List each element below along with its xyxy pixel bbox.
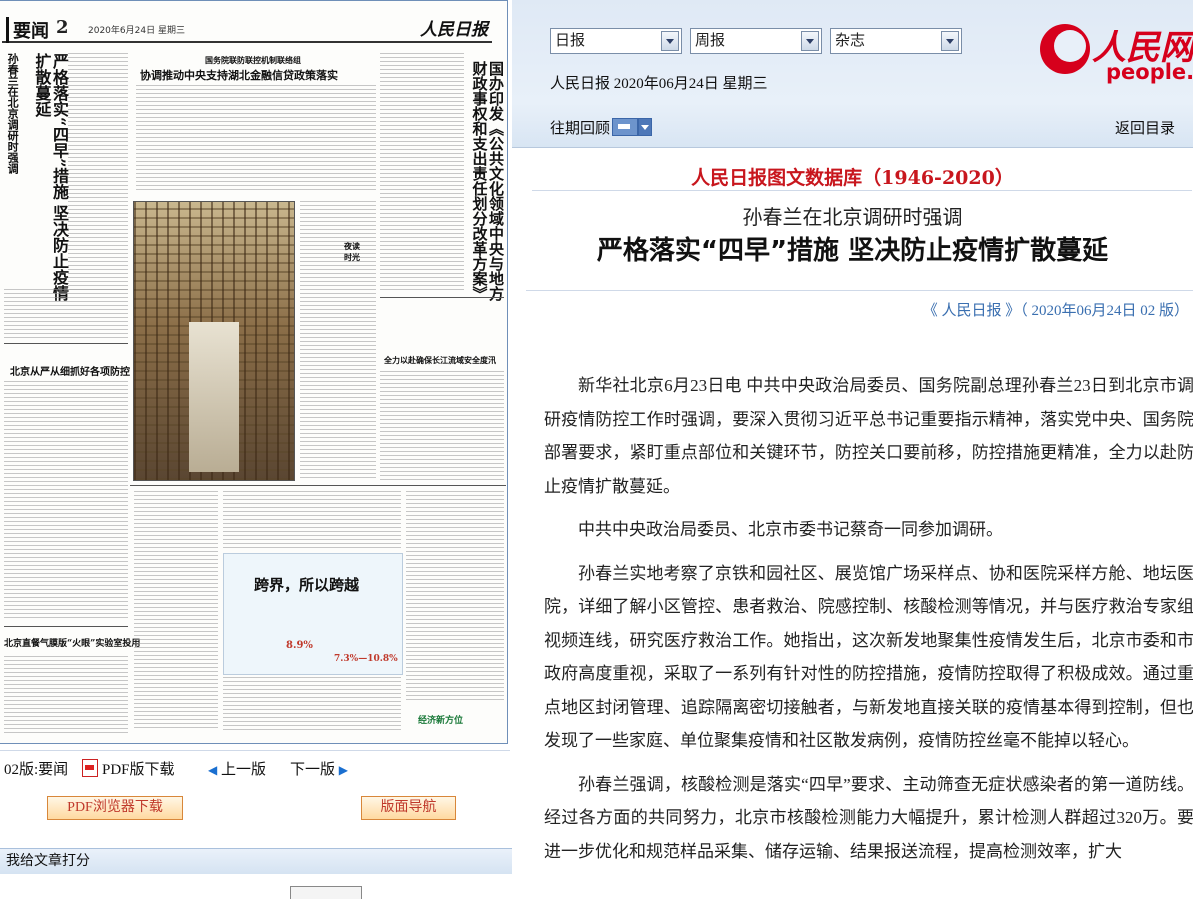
infographic-stat-2: 7.3%—10.8% <box>334 654 398 664</box>
divider <box>380 297 504 298</box>
text-block <box>223 491 401 549</box>
pdf-browser-download-button[interactable]: PDF浏览器下载 <box>47 796 183 820</box>
issue-date: 人民日报 2020年06月24日 星期三 <box>550 76 768 92</box>
weekly-select-value: 周报 <box>695 33 726 49</box>
culture-reform-vertical-headline[interactable]: 国办印发《公共文化领域中央与地方财政事权和支出责任划分改革方案》 <box>470 61 506 301</box>
text-block <box>406 491 504 701</box>
newspaper-page-image[interactable]: 要闻 2 2020年6月24日 星期三 人民日报 孙春兰在北京调研时强调 严格落… <box>0 0 508 744</box>
text-block <box>380 371 504 481</box>
small-headline-3[interactable]: 全力以赴确保长江流域安全度汛 <box>384 355 496 366</box>
return-toc-link[interactable]: 返回目录 <box>1115 117 1175 138</box>
logo-text-en: people.cn <box>1106 60 1193 84</box>
night-reading-label: 夜读 时光 <box>344 241 360 262</box>
footer-badge: 经济新方位 <box>418 716 464 726</box>
page-controls-bar: 02版:要闻 PDF版下载 ◀ 上一版 下一版 ▶ <box>0 750 510 783</box>
newspaper-page-number: 2 <box>56 17 69 38</box>
divider <box>130 485 506 486</box>
prev-page-link[interactable]: ◀ 上一版 <box>208 758 266 779</box>
current-page-label: 02版:要闻 <box>4 762 69 778</box>
calendar-icon[interactable] <box>612 118 638 136</box>
left-pane: 要闻 2 2020年6月24日 星期三 人民日报 孙春兰在北京调研时强调 严格落… <box>0 0 512 899</box>
divider <box>4 343 128 344</box>
right-pane: 日报 周报 杂志 人民日报 2020年06月24日 星期三 人民网 people… <box>512 0 1193 895</box>
infographic-stat-1: 8.9% <box>286 640 313 651</box>
text-block <box>134 491 218 731</box>
weekly-select[interactable]: 周报 <box>690 28 822 54</box>
text-block <box>4 381 128 621</box>
magazine-select[interactable]: 杂志 <box>830 28 962 54</box>
article-kicker: 孙春兰在北京调研时强调 <box>742 205 963 229</box>
text-block <box>4 289 128 341</box>
prev-page-label: 上一版 <box>220 762 266 778</box>
newspaper-header: 要闻 2 2020年6月24日 星期三 人民日报 <box>2 15 492 43</box>
center-kicker: 国务院联防联控机制联络组 <box>205 55 301 65</box>
newspaper-section: 要闻 <box>6 17 49 43</box>
past-issues-label: 往期回顾 <box>550 121 611 137</box>
small-headline-1[interactable]: 北京从严从细抓好各项防控 <box>10 363 130 378</box>
bookstore-photo[interactable] <box>133 201 295 481</box>
text-block <box>380 53 464 293</box>
divider <box>526 290 1193 291</box>
article-paragraph: 新华社北京6月23日电 中共中央政治局委员、国务院副总理孙春兰23日到北京市调研… <box>544 376 1193 496</box>
next-page-link[interactable]: 下一版 ▶ <box>290 758 348 779</box>
article-paragraph: 孙春兰实地考察了京铁和园社区、展览馆广场采样点、协和医院采样方舱、地坛医院，详细… <box>544 563 1193 751</box>
calendar-dropdown-icon[interactable] <box>638 118 652 136</box>
chevron-down-icon <box>661 31 679 51</box>
database-title: 人民日报图文数据库（1946-2020） <box>691 167 1014 189</box>
small-headline-2[interactable]: 北京直餐气膜版“火眼”实验室投用 <box>4 636 140 649</box>
next-page-label: 下一版 <box>290 762 336 778</box>
infographic-title: 跨界，所以跨越 <box>254 576 360 594</box>
sub-navigation: 往期回顾 返回目录 <box>512 103 1193 148</box>
top-navigation: 日报 周报 杂志 人民日报 2020年06月24日 星期三 人民网 people… <box>512 0 1193 103</box>
newspaper-date: 2020年6月24日 星期三 <box>88 26 185 36</box>
text-block <box>223 677 401 733</box>
text-block <box>300 201 376 479</box>
daily-select-value: 日报 <box>555 33 586 49</box>
people-logo[interactable]: 人民网 people.cn <box>1040 20 1193 90</box>
lead-kicker-vertical[interactable]: 孙春兰在北京调研时强调 <box>6 53 19 223</box>
layout-nav-button[interactable]: 版面导航 <box>361 796 456 820</box>
chevron-down-icon <box>801 31 819 51</box>
pdf-icon <box>82 759 98 777</box>
rating-widget[interactable] <box>290 886 362 899</box>
text-block <box>68 53 128 293</box>
lead-title-vertical[interactable]: 严格落实“四早”措施 坚决防止疫情扩散蔓延 <box>24 53 69 303</box>
chevron-down-icon <box>941 31 959 51</box>
rate-article-bar: 我给文章打分 <box>0 848 512 874</box>
text-block <box>4 656 128 736</box>
newspaper-masthead: 人民日报 <box>420 20 488 40</box>
magazine-select-value: 杂志 <box>835 33 866 49</box>
divider <box>4 626 128 627</box>
center-headline[interactable]: 协调推动中央支持湖北金融信贷政策落实 <box>140 67 338 83</box>
infographic[interactable]: 跨界，所以跨越 8.9% 7.3%—10.8% <box>223 553 403 675</box>
pdf-download-link[interactable]: PDF版下载 <box>82 758 175 779</box>
text-block <box>136 85 376 193</box>
people-logo-icon <box>1040 24 1090 74</box>
daily-select[interactable]: 日报 <box>550 28 682 54</box>
arrow-left-icon: ◀ <box>208 763 218 777</box>
article-source[interactable]: 《 人民日报 》（ 2020年06月24日 02 版） <box>923 299 1189 320</box>
article-headline: 严格落实“四早”措施 坚决防止疫情扩散蔓延 <box>596 236 1109 266</box>
article-body: 新华社北京6月23日电 中共中央政治局委员、国务院副总理孙春兰23日到北京市调研… <box>544 369 1193 878</box>
article-paragraph: 中共中央政治局委员、北京市委书记蔡奇一同参加调研。 <box>578 520 1003 539</box>
article-paragraph: 孙春兰强调，核酸检测是落实“四早”要求、主动筛查无症状感染者的第一道防线。经过各… <box>544 774 1193 861</box>
pdf-download-label: PDF版下载 <box>102 762 175 778</box>
divider <box>532 190 1192 191</box>
arrow-right-icon: ▶ <box>338 763 348 777</box>
